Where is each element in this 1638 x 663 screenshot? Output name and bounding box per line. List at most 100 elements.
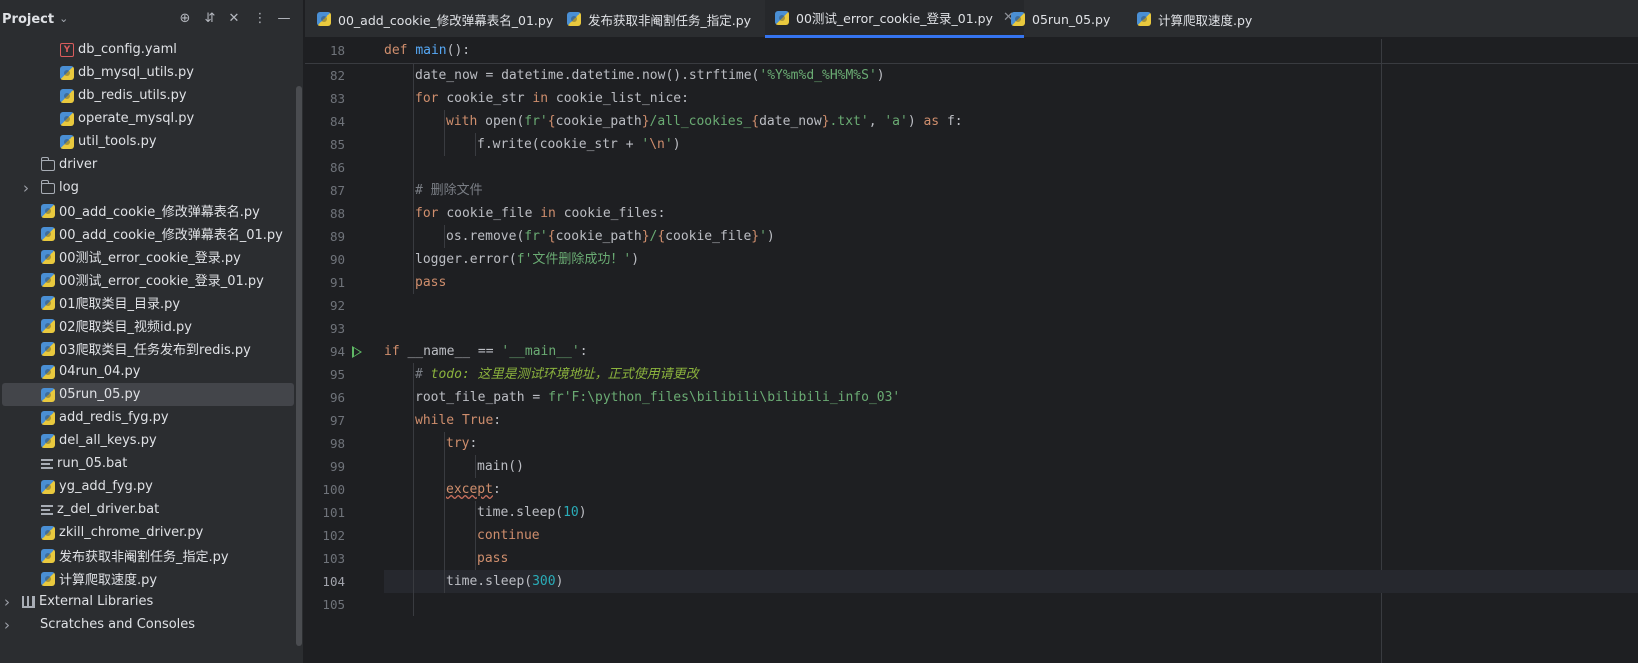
python-file-icon <box>1011 12 1025 26</box>
tree-item-label: db_redis_utils.py <box>78 88 187 103</box>
code-token: cookie_file <box>665 229 752 244</box>
code-token: { <box>547 114 556 129</box>
line-number: 88 <box>329 206 345 221</box>
code-token: date_now <box>759 114 822 129</box>
code-line[interactable]: for cookie_file in cookie_files: <box>415 202 665 225</box>
tree-file[interactable]: 00_add_cookie_修改弹幕表名_01.py <box>0 222 296 245</box>
tree-file[interactable]: z_del_driver.bat <box>0 498 296 521</box>
code-line[interactable]: root_file_path = fr'F:\python_files\bili… <box>415 386 900 409</box>
tree-file[interactable]: db_mysql_utils.py <box>0 61 296 84</box>
code-line[interactable]: time.sleep(300) <box>446 570 563 593</box>
python-file-icon <box>317 12 331 26</box>
code-line[interactable]: # 删除文件 <box>415 179 483 202</box>
python-file-icon <box>60 88 74 103</box>
code-line[interactable]: except: <box>446 478 501 501</box>
sticky-header-separator <box>305 63 1638 64</box>
chevron-right-icon[interactable]: › <box>23 179 29 197</box>
tree-item-label: del_all_keys.py <box>59 433 157 448</box>
yaml-file-icon: Y <box>60 42 74 57</box>
line-number: 105 <box>322 597 345 612</box>
code-area[interactable]: def main(): date_now = datetime.datetime.… <box>384 39 1638 663</box>
project-tree-scrollbar[interactable] <box>296 86 302 646</box>
indent-guide <box>475 501 476 570</box>
indent-guide <box>475 133 476 156</box>
code-line[interactable]: def main(): <box>384 39 470 62</box>
tree-file[interactable]: 01爬取类目_目录.py <box>0 291 296 314</box>
code-line[interactable]: for cookie_str in cookie_list_nice: <box>415 87 689 110</box>
editor-tab[interactable]: 计算爬取速度.py <box>1137 0 1252 38</box>
code-token: with <box>446 114 486 129</box>
line-number: 86 <box>329 160 345 175</box>
tree-file[interactable]: operate_mysql.py <box>0 107 296 130</box>
tree-file[interactable]: 发布获取非阉割任务_指定.py <box>0 544 296 567</box>
line-number: 91 <box>329 275 345 290</box>
indent-guide <box>444 432 445 593</box>
tree-folder[interactable]: driver <box>0 153 296 176</box>
tree-file[interactable]: add_redis_fyg.py <box>0 406 296 429</box>
tree-root-node[interactable]: › External Libraries <box>0 590 296 613</box>
tree-file[interactable]: 05run_05.py <box>2 383 294 406</box>
code-token: root_file_path = <box>415 390 549 405</box>
code-line[interactable]: try: <box>446 432 477 455</box>
project-title[interactable]: Project <box>2 12 54 27</box>
code-token: logger.error( <box>415 252 517 267</box>
code-line[interactable]: time.sleep(10) <box>477 501 587 524</box>
tree-file[interactable]: 计算爬取速度.py <box>0 567 296 590</box>
code-line[interactable]: logger.error(f'文件删除成功！') <box>415 248 639 271</box>
chevron-down-icon[interactable]: ⌄ <box>59 12 68 25</box>
tree-folder[interactable]: › log <box>0 176 296 199</box>
more-options-icon[interactable]: ⋮ <box>251 10 269 28</box>
tree-file[interactable]: 00测试_error_cookie_登录_01.py <box>0 268 296 291</box>
code-token: time.sleep( <box>446 574 533 589</box>
code-line[interactable]: if __name__ == '__main__': <box>384 340 588 363</box>
tree-file[interactable]: util_tools.py <box>0 130 296 153</box>
tree-item-label: db_mysql_utils.py <box>78 65 194 80</box>
code-line[interactable]: pass <box>415 271 446 294</box>
chevron-right-icon[interactable]: › <box>4 616 10 634</box>
code-line[interactable]: main() <box>477 455 524 478</box>
tree-file[interactable]: zkill_chrome_driver.py <box>0 521 296 544</box>
tab-label: 发布获取非阉割任务_指定.py <box>588 12 752 28</box>
editor-tab[interactable]: 05run_05.py <box>1011 0 1110 38</box>
line-number: 92 <box>329 298 345 313</box>
code-line[interactable]: pass <box>477 547 508 570</box>
tree-file[interactable]: 03爬取类目_任务发布到redis.py <box>0 337 296 360</box>
locate-icon[interactable]: ⊕ <box>176 10 194 28</box>
code-line[interactable]: continue <box>477 524 540 547</box>
code-line[interactable]: os.remove(fr'{cookie_path}/{cookie_file}… <box>446 225 775 248</box>
chevron-right-icon[interactable]: › <box>4 593 10 611</box>
tab-label: 00测试_error_cookie_登录_01.py <box>796 11 993 26</box>
code-token: 300 <box>532 574 556 589</box>
tree-file[interactable]: db_redis_utils.py <box>0 84 296 107</box>
tree-item-label: add_redis_fyg.py <box>59 410 169 425</box>
line-number: 83 <box>329 91 345 106</box>
minimize-icon[interactable]: — <box>275 10 293 28</box>
editor-tab[interactable]: 发布获取非阉割任务_指定.py <box>567 0 751 38</box>
tree-file[interactable]: 04run_04.py <box>0 360 296 383</box>
tree-file[interactable]: del_all_keys.py <box>0 429 296 452</box>
run-icon[interactable] <box>352 346 362 358</box>
code-line[interactable]: # todo: 这里是测试环境地址，正式使用请更改 <box>415 363 699 386</box>
editor-tab[interactable]: 00_add_cookie_修改弹幕表名_01.py <box>317 0 553 38</box>
collapse-all-icon[interactable]: ✕ <box>225 10 243 28</box>
code-line[interactable]: f.write(cookie_str + '\n') <box>477 133 681 156</box>
code-line[interactable]: while True: <box>415 409 501 432</box>
tree-file[interactable]: run_05.bat <box>0 452 296 475</box>
expand-all-icon[interactable]: ⇵ <box>201 10 219 28</box>
tree-file[interactable]: 00_add_cookie_修改弹幕表名.py <box>0 199 296 222</box>
code-token: ) <box>907 114 924 129</box>
editor-tab[interactable]: 00测试_error_cookie_登录_01.py ✕ <box>765 0 1024 38</box>
code-line[interactable]: with open(fr'{cookie_path}/all_cookies_{… <box>446 110 963 133</box>
code-token: in <box>540 206 564 221</box>
tree-item-label: log <box>59 180 79 195</box>
tree-root-node[interactable]: › Scratches and Consoles <box>0 613 296 636</box>
code-editor[interactable]: 18 82 83 84 85 86 87 88 89 90 91 92 93 94 95 96 97 98 99 10… <box>305 39 1638 663</box>
code-line[interactable]: date_now = datetime.datetime.now().strft… <box>415 64 885 87</box>
tree-file[interactable]: 00测试_error_cookie_登录.py <box>0 245 296 268</box>
code-token: '__main__' <box>501 344 580 359</box>
folder-icon <box>40 157 55 171</box>
tree-file[interactable]: yg_add_fyg.py <box>0 475 296 498</box>
tree-file[interactable]: Ydb_config.yaml <box>0 38 296 61</box>
tree-file[interactable]: 02爬取类目_视频id.py <box>0 314 296 337</box>
code-token: , <box>868 114 885 129</box>
